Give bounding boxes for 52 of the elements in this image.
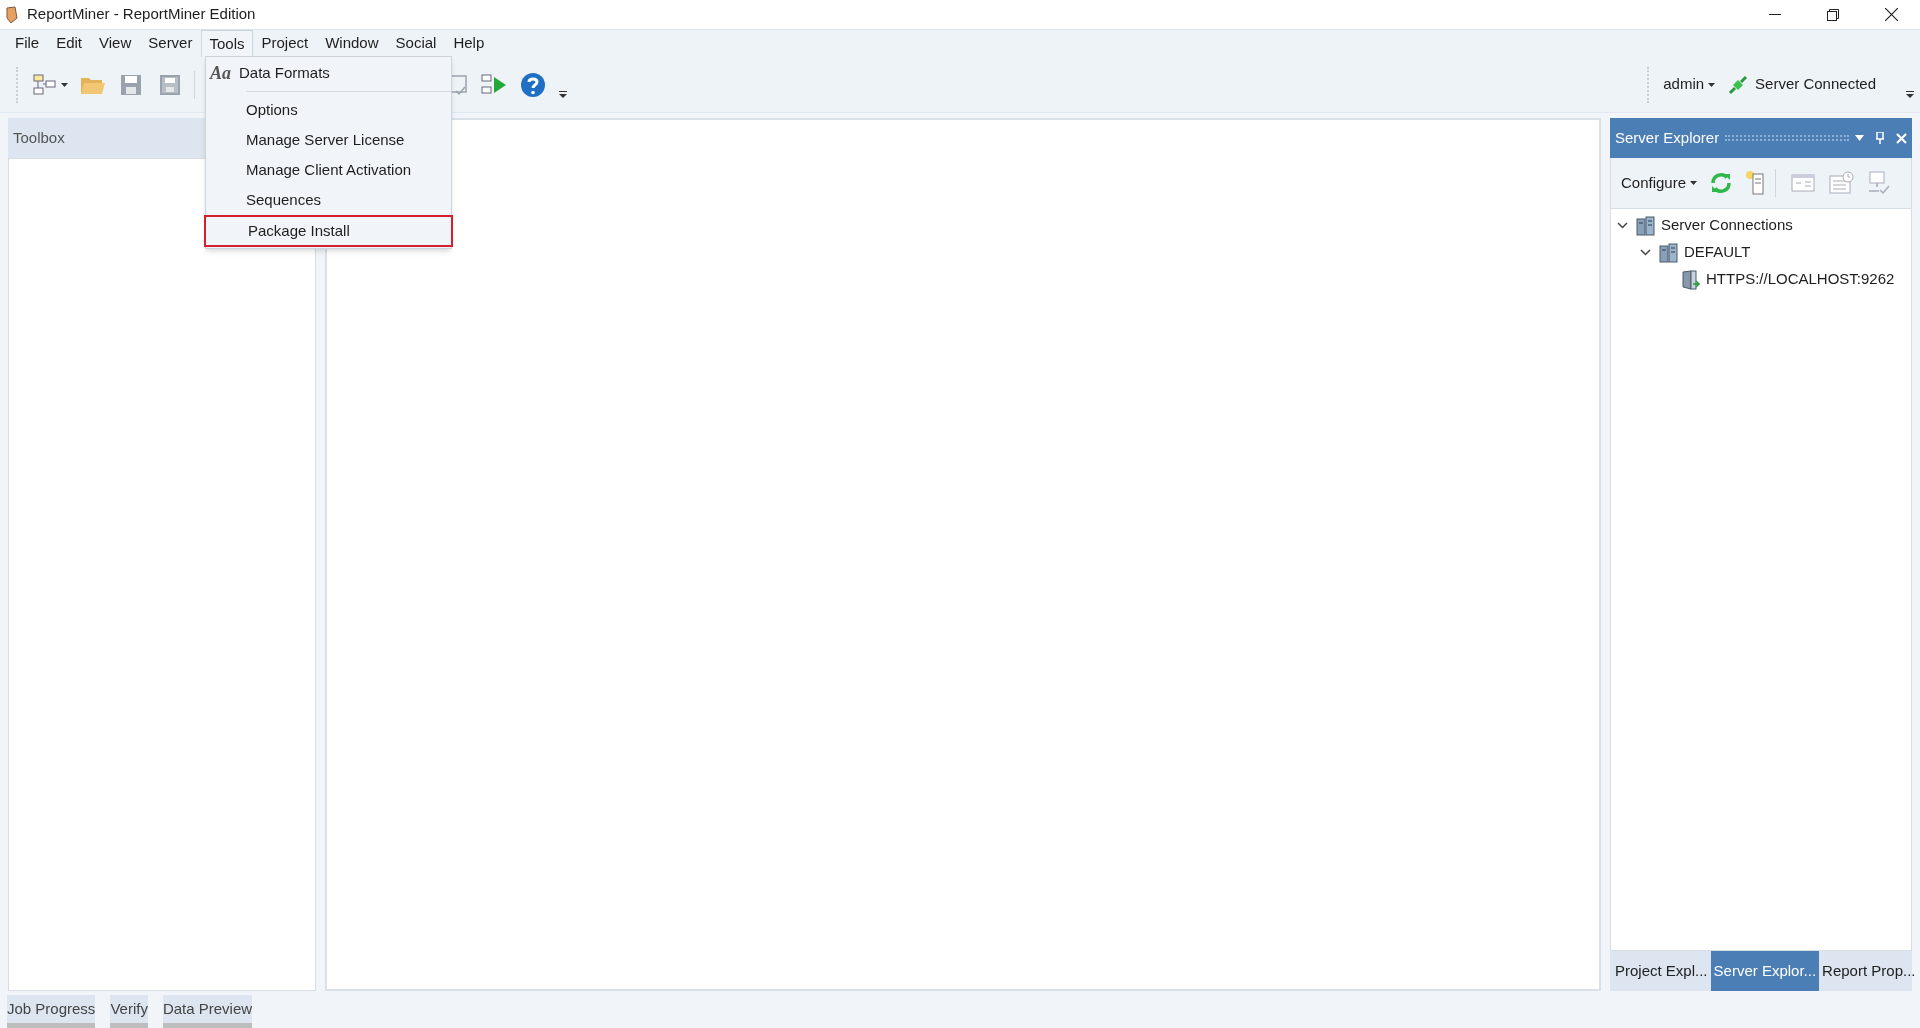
menu-item[interactable]: Social [387,30,445,57]
close-icon[interactable] [1884,8,1898,21]
menu-option[interactable]: Manage Client Activation [206,155,451,185]
menu-option[interactable]: Sequences [206,185,451,215]
plug-icon [1727,73,1750,96]
save-icon[interactable] [119,72,143,97]
panel-tab[interactable]: Job Progress [7,995,96,1028]
menu-item[interactable]: File [7,30,48,57]
tree-item[interactable]: HTTPS://LOCALHOST:9262 [1706,268,1895,291]
menu-item[interactable]: Window [317,30,387,57]
panel-tab[interactable]: Project Expl... [1612,951,1711,991]
overflow-icon[interactable] [1906,91,1914,98]
run-icon[interactable] [481,72,507,97]
refresh-icon[interactable] [1709,171,1734,195]
font-icon: Aa [210,59,231,87]
computer-check-icon[interactable] [1867,171,1892,195]
app-icon [5,5,19,24]
minimize-icon[interactable] [1769,13,1781,16]
server-icon [1682,269,1700,290]
server-group-icon [1659,242,1679,263]
menu-item[interactable]: Server [140,30,201,57]
caret-icon[interactable] [61,82,68,87]
panel-title: Server Explorer [1615,127,1720,148]
server-group-icon [1636,215,1656,236]
chevron-down-icon[interactable] [1617,222,1628,229]
caret-icon [1690,181,1698,185]
dropdown-icon[interactable] [1855,135,1864,141]
user-dropdown[interactable]: admin [1663,73,1716,96]
help-icon[interactable] [520,71,546,98]
menu-item[interactable]: Project [253,30,317,57]
menu-option[interactable]: Package Install [204,215,453,247]
panel-tab[interactable]: Server Explor... [1710,951,1820,991]
save-all-icon[interactable] [158,72,182,97]
panel-tab[interactable]: Report Prop... [1819,951,1919,991]
menu-option[interactable]: Data Formats [237,58,451,88]
tree-item[interactable]: Server Connections [1661,214,1793,237]
tree-item[interactable]: DEFAULT [1684,241,1751,264]
chevron-down-icon[interactable] [1640,249,1651,256]
menu-item[interactable]: Help [445,30,493,57]
pin-icon[interactable] [1876,132,1884,144]
menu-item[interactable]: View [91,30,140,57]
menu-item[interactable]: Edit [48,30,91,57]
caret-icon [1708,82,1716,87]
overflow-icon[interactable] [559,91,567,98]
restore-icon[interactable] [1827,8,1839,21]
new-server-icon[interactable] [1745,171,1766,195]
panel-tab[interactable]: Data Preview [162,995,253,1028]
configure-dropdown[interactable]: Configure [1621,171,1698,195]
connection-status: Server Connected [1755,74,1876,95]
window-title: ReportMiner - ReportMiner Edition [27,4,256,25]
panel-tab[interactable]: Verify [110,995,148,1028]
menu-item[interactable]: Tools [201,30,253,57]
